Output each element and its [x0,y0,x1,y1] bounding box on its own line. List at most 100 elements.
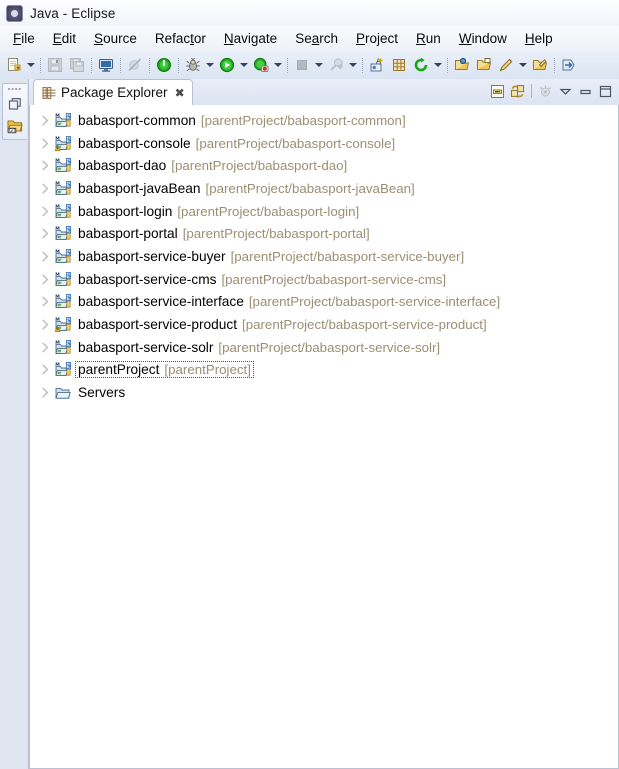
expand-toggle[interactable] [36,359,54,381]
expand-toggle[interactable] [36,200,54,222]
drag-grip-icon[interactable] [8,87,21,91]
new-java-class-button[interactable]: A [366,54,388,76]
focus-task-icon [540,85,551,96]
save-button[interactable] [44,54,66,76]
external-tools-dropdown[interactable] [347,54,359,76]
expand-toggle[interactable] [36,109,54,131]
maven-java-project-icon: MS [55,271,71,286]
close-icon[interactable]: ✖ [175,87,185,99]
run-dropdown[interactable] [238,54,250,76]
tree-row[interactable]: M Sbabasport-portal [parentProject/babaspo… [30,222,618,245]
tree-row[interactable]: M Sbabasport-login [parentProject/babaspor… [30,200,618,223]
open-type-button[interactable] [451,54,473,76]
external-tools-button[interactable] [325,54,347,76]
refresh-button[interactable] [410,54,432,76]
open-task-button[interactable] [473,54,495,76]
last-edit-button[interactable] [529,54,551,76]
expand-toggle[interactable] [36,132,54,154]
menu-search[interactable]: Search [286,29,347,48]
expand-toggle[interactable] [36,336,54,358]
tree-row[interactable]: M Sbabasport-common [parentProject/babaspo… [30,109,618,132]
debug-button[interactable] [182,54,204,76]
new-wizard-dropdown[interactable] [25,54,37,76]
menu-source[interactable]: Source [85,29,146,48]
tree-row[interactable]: M Sbabasport-console [parentProject/babasp… [30,132,618,155]
view-menu-button[interactable] [556,82,575,101]
restore-view-button[interactable] [5,94,25,113]
expand-toggle[interactable] [36,155,54,177]
expand-arrow-icon [41,274,48,285]
stop-button[interactable] [291,54,313,76]
expand-toggle[interactable] [36,382,54,404]
open-console-button[interactable] [95,54,117,76]
menu-edit[interactable]: Edit [44,29,85,48]
toolbar-separator [284,56,291,74]
expand-toggle[interactable] [36,291,54,313]
tree-row[interactable]: M Sbabasport-dao [parentProject/babasport-… [30,154,618,177]
stop-dropdown[interactable] [313,54,325,76]
coverage-button[interactable] [250,54,272,76]
tree-row[interactable]: M Sbabasport-service-cms [parentProject/ba… [30,268,618,291]
expand-arrow-icon [41,296,48,307]
toolbar-separator [551,56,558,74]
git-repositories-button[interactable]: GIT [5,116,25,135]
debug-dropdown[interactable] [204,54,216,76]
expand-toggle[interactable] [36,245,54,267]
maven-java-project-icon: MS [55,180,71,195]
tree-row[interactable]: M Sbabasport-javaBean [parentProject/babas… [30,177,618,200]
minimize-view-button[interactable] [576,82,595,101]
git-repositories-icon: GIT [6,120,23,133]
menu-help[interactable]: Help [516,29,562,48]
collapse-all-button[interactable] [488,82,507,101]
new-java-package-button[interactable] [388,54,410,76]
menu-navigate[interactable]: Navigate [215,29,286,48]
expand-toggle[interactable] [36,223,54,245]
project-path: [parentProject/babasport-service-product… [242,317,487,333]
save-all-button[interactable] [66,54,88,76]
search-button[interactable] [495,54,517,76]
coverage-dropdown[interactable] [272,54,284,76]
next-annotation-button[interactable] [558,54,580,76]
svg-text:M: M [55,295,60,301]
project-path: [parentProject/babasport-javaBean] [205,180,415,196]
menu-run[interactable]: Run [407,29,450,48]
focus-on-active-task-button[interactable] [536,82,555,101]
run-server-button[interactable] [153,54,175,76]
expand-arrow-icon [41,365,48,375]
tree-row[interactable]: Servers [30,381,618,404]
expand-toggle[interactable] [36,314,54,336]
tree-row[interactable]: M Sbabasport-service-solr [parentProject/b… [30,336,618,359]
menu-window[interactable]: Window [450,29,516,48]
maven-java-project-icon: MS [55,112,71,127]
tree-row-labels: babasport-service-interface [parentProjec… [76,294,502,309]
tree-row[interactable]: M S babasport-service-interface [parentProj… [30,291,618,314]
run-button[interactable] [216,54,238,76]
project-tree-pane[interactable]: M Sbabasport-common [parentProject/babaspo… [29,105,619,769]
svg-text:M: M [55,272,60,278]
link-editor-icon [511,84,525,98]
link-with-editor-button[interactable] [508,82,527,101]
maven-java-project-icon: MS [54,294,72,310]
tab-package-explorer[interactable]: Package Explorer ✖ [33,79,193,105]
skip-breakpoints-icon [128,58,142,72]
project-name: babasport-portal [78,226,178,242]
skip-breakpoints-button[interactable] [124,54,146,76]
new-class-icon: A [370,58,383,72]
maximize-view-button[interactable] [596,82,615,101]
tree-row[interactable]: M SparentProject [parentProject] [30,359,618,382]
menu-project[interactable]: Project [347,29,407,48]
maven-java-project-icon: MS [54,112,72,128]
search-dropdown[interactable] [517,54,529,76]
refresh-dropdown[interactable] [432,54,444,76]
tree-row[interactable]: M Sbabasport-service-product [parentProjec… [30,313,618,336]
expand-toggle[interactable] [36,268,54,290]
menu-file[interactable]: File [4,29,44,48]
new-wizard-button[interactable] [3,54,25,76]
svg-text:S: S [67,341,71,347]
expand-toggle[interactable] [36,177,54,199]
toolbar-separator [117,56,124,74]
tree-row[interactable]: M Sbabasport-service-buyer [parentProject/… [30,245,618,268]
menu-refactor[interactable]: Refactor [146,29,215,48]
project-path: [parentProject/babasport-service-solr] [218,339,441,355]
svg-text:M: M [55,136,60,142]
